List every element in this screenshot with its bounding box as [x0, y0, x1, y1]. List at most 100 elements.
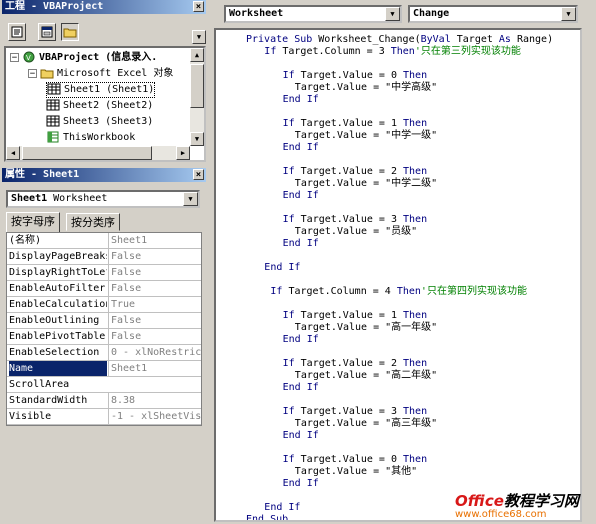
- property-row[interactable]: DisplayPageBreaks False: [7, 249, 201, 265]
- code-line[interactable]: If Target.Value = 1 Then: [283, 310, 428, 322]
- code-line[interactable]: End If: [283, 382, 319, 394]
- property-row[interactable]: EnablePivotTable False: [7, 329, 201, 345]
- property-name: DisplayRightToLeft: [9, 267, 107, 278]
- scroll-up-icon[interactable]: ▲: [190, 48, 204, 62]
- project-panel-title-bar[interactable]: 工程 - VBAProject ×: [2, 0, 206, 14]
- close-icon[interactable]: ×: [193, 169, 204, 180]
- property-value[interactable]: False: [108, 249, 201, 264]
- code-line[interactable]: Target.Value = "员级": [295, 226, 417, 238]
- property-row[interactable]: (名称) Sheet1: [7, 233, 201, 249]
- tree-item-label: VBAProject (信息录入.: [39, 52, 158, 63]
- collapse-icon[interactable]: −: [10, 52, 19, 62]
- property-value[interactable]: 8.38: [108, 393, 201, 408]
- code-line[interactable]: Target.Value = "高二年级": [295, 370, 437, 382]
- scroll-right-icon[interactable]: ▶: [176, 146, 190, 160]
- code-line[interactable]: End If: [283, 478, 319, 490]
- property-row[interactable]: Name Sheet1: [7, 361, 201, 377]
- code-line[interactable]: If Target.Value = 0 Then: [283, 454, 428, 466]
- code-object-value: Worksheet: [229, 8, 284, 19]
- code-line[interactable]: End If: [283, 190, 319, 202]
- property-name: EnablePivotTable: [9, 331, 106, 342]
- property-value[interactable]: False: [108, 313, 201, 328]
- code-line[interactable]: End If: [283, 142, 319, 154]
- tab-alphabetic[interactable]: 按字母序: [6, 212, 60, 232]
- object-type: Worksheet: [53, 193, 108, 204]
- property-name: EnableAutoFilter: [9, 283, 106, 294]
- code-editor[interactable]: Private Sub Worksheet_Change(ByVal Targe…: [214, 28, 582, 522]
- code-line[interactable]: Target.Value = "中学二级": [295, 178, 437, 190]
- project-tree-hscroll[interactable]: ◀ ▶: [6, 146, 190, 160]
- code-line[interactable]: If Target.Value = 2 Then: [283, 358, 428, 370]
- tree-item[interactable]: Sheet1 (Sheet1): [46, 82, 156, 98]
- code-line[interactable]: End If: [264, 502, 300, 514]
- code-line[interactable]: If Target.Column = 3 Then'只在第三列实现该功能: [264, 46, 521, 58]
- code-line[interactable]: If Target.Value = 3 Then: [283, 214, 428, 226]
- code-line[interactable]: If Target.Value = 1 Then: [283, 118, 428, 130]
- tree-item-label: ThisWorkbook: [63, 132, 136, 143]
- property-value[interactable]: False: [108, 265, 201, 280]
- view-code-button[interactable]: [8, 23, 26, 41]
- view-object-button[interactable]: [38, 23, 56, 41]
- tree-item[interactable]: Sheet2 (Sheet2): [46, 98, 153, 114]
- code-line[interactable]: If Target.Column = 4 Then'只在第四列实现该功能: [270, 286, 527, 298]
- project-toolbar-scroll-button[interactable]: ▼: [192, 30, 206, 44]
- tree-item-label: Sheet3 (Sheet3): [63, 116, 154, 127]
- code-line[interactable]: If Target.Value = 2 Then: [283, 166, 428, 178]
- properties-panel-title-bar[interactable]: 属性 - Sheet1 ×: [2, 168, 206, 182]
- code-procedure-value: Change: [413, 8, 450, 19]
- property-row[interactable]: EnableSelection 0 - xlNoRestrictions: [7, 345, 201, 361]
- project-tree-vscroll[interactable]: ▲ ▼: [190, 48, 204, 146]
- project-tree[interactable]: − V VBAProject (信息录入. − Microsoft Excel 对象 Sh…: [4, 46, 206, 162]
- code-line[interactable]: End If: [283, 94, 319, 106]
- code-line[interactable]: If Target.Value = 3 Then: [283, 406, 428, 418]
- code-line[interactable]: Target.Value = "中学高级": [295, 82, 437, 94]
- scroll-down-icon[interactable]: ▼: [190, 132, 204, 146]
- property-value[interactable]: Sheet1: [108, 233, 201, 248]
- code-line[interactable]: End If: [283, 238, 319, 250]
- object-selector[interactable]: Sheet1 Worksheet ▼: [6, 190, 200, 208]
- property-row[interactable]: EnableOutlining False: [7, 313, 201, 329]
- property-grid[interactable]: (名称) Sheet1 DisplayPageBreaks False DisplayR…: [6, 232, 202, 426]
- chevron-down-icon[interactable]: ▼: [183, 192, 198, 206]
- property-row[interactable]: DisplayRightToLeft False: [7, 265, 201, 281]
- tree-item[interactable]: − V VBAProject (信息录入.: [10, 50, 157, 66]
- property-value[interactable]: False: [108, 281, 201, 296]
- scroll-left-icon[interactable]: ◀: [6, 146, 20, 160]
- property-row[interactable]: Visible -1 - xlSheetVisible: [7, 409, 201, 425]
- tree-item[interactable]: Sheet3 (Sheet3): [46, 114, 153, 130]
- code-object-combo[interactable]: Worksheet ▼: [224, 5, 402, 23]
- code-line[interactable]: End If: [264, 262, 300, 274]
- property-row[interactable]: StandardWidth 8.38: [7, 393, 201, 409]
- toggle-folders-button[interactable]: [61, 23, 79, 41]
- code-line[interactable]: Target.Value = "高三年级": [295, 418, 437, 430]
- code-line[interactable]: End If: [283, 430, 319, 442]
- property-value[interactable]: True: [108, 297, 201, 312]
- collapse-icon[interactable]: −: [28, 68, 37, 78]
- watermark-brand: Office教程学习网: [455, 492, 579, 510]
- code-line[interactable]: End If: [283, 334, 319, 346]
- tree-item[interactable]: − Microsoft Excel 对象: [28, 66, 173, 82]
- property-row[interactable]: EnableAutoFilter False: [7, 281, 201, 297]
- property-row[interactable]: ScrollArea: [7, 377, 201, 393]
- property-value[interactable]: False: [108, 329, 201, 344]
- code-line[interactable]: If Target.Value = 0 Then: [283, 70, 428, 82]
- property-row[interactable]: EnableCalculation True: [7, 297, 201, 313]
- scroll-thumb[interactable]: [190, 64, 204, 108]
- property-value[interactable]: -1 - xlSheetVisible: [108, 409, 201, 424]
- chevron-down-icon[interactable]: ▼: [385, 7, 400, 21]
- code-line[interactable]: Target.Value = "高一年级": [295, 322, 437, 334]
- code-line[interactable]: Private Sub Worksheet_Change(ByVal Targe…: [246, 34, 553, 46]
- code-line[interactable]: End Sub: [246, 514, 288, 520]
- tab-categorized[interactable]: 按分类序: [66, 213, 120, 231]
- hscroll-thumb[interactable]: [22, 146, 152, 160]
- code-line[interactable]: Target.Value = "其他": [295, 466, 417, 478]
- close-icon[interactable]: ×: [193, 1, 204, 12]
- code-procedure-combo[interactable]: Change ▼: [408, 5, 578, 23]
- watermark-url: www.office68.com: [455, 509, 547, 520]
- tree-item-label: Microsoft Excel 对象: [57, 68, 174, 79]
- code-line[interactable]: Target.Value = "中学一级": [295, 130, 437, 142]
- property-value[interactable]: 0 - xlNoRestrictions: [108, 345, 201, 360]
- chevron-down-icon[interactable]: ▼: [561, 7, 576, 21]
- property-value[interactable]: Sheet1: [108, 361, 201, 376]
- tree-item[interactable]: ThisWorkbook: [46, 130, 135, 146]
